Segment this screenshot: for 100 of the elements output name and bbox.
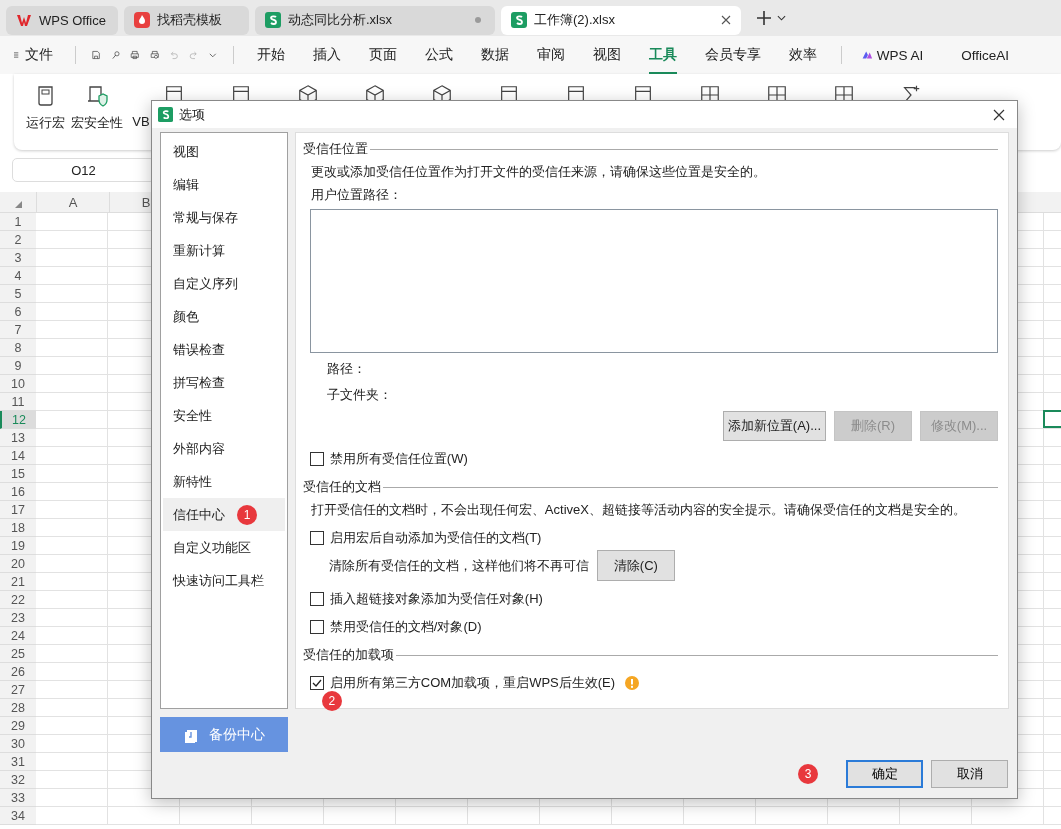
- row-header[interactable]: 24: [0, 627, 36, 645]
- row-header[interactable]: 16: [0, 483, 36, 501]
- category-item[interactable]: 快速访问工具栏: [163, 564, 285, 597]
- ai-menu[interactable]: WPS AI: [876, 47, 924, 63]
- row-header[interactable]: 20: [0, 555, 36, 573]
- ribbon-button[interactable]: VB: [129, 84, 153, 129]
- sheet-file-icon: [511, 12, 527, 28]
- row-header[interactable]: 2: [0, 231, 36, 249]
- menu-tab[interactable]: 会员专享: [705, 36, 762, 74]
- category-item[interactable]: 安全性: [163, 399, 285, 432]
- menu-tab[interactable]: 视图: [593, 36, 622, 74]
- checkbox-label[interactable]: 插入超链接对象添加为受信任对象(H): [329, 590, 543, 608]
- app-tab[interactable]: 工作簿(2).xlsx: [501, 5, 741, 35]
- chevron-down-icon[interactable]: [777, 15, 786, 21]
- row-header[interactable]: 19: [0, 537, 36, 555]
- cancel-button[interactable]: 取消: [931, 760, 1008, 788]
- new-tab-icon[interactable]: [757, 11, 771, 25]
- ribbon-button[interactable]: 运行宏: [26, 84, 65, 132]
- description-text: 用户位置路径：: [310, 186, 403, 204]
- description-text: 更改或添加受信任位置作为打开文件的受信任来源，请确保这些位置是安全的。: [310, 163, 767, 181]
- wps-logo-icon: [16, 12, 32, 28]
- row-header[interactable]: 6: [0, 303, 36, 321]
- detail-label: 子文件夹：: [326, 386, 393, 404]
- row-header[interactable]: 7: [0, 321, 36, 339]
- checkbox[interactable]: [309, 452, 324, 466]
- app-tab[interactable]: WPS Office: [6, 5, 118, 35]
- category-item[interactable]: 重新计算: [163, 234, 285, 267]
- row-header[interactable]: 23: [0, 609, 36, 627]
- checkbox-label[interactable]: 启用所有第三方COM加载项，重启WPS后生效(E): [329, 674, 616, 692]
- row-header[interactable]: 27: [0, 681, 36, 699]
- row-header[interactable]: 34: [0, 807, 36, 825]
- category-item[interactable]: 拼写检查: [163, 366, 285, 399]
- category-item[interactable]: 信任中心 1: [163, 498, 285, 531]
- menu-tab[interactable]: 审阅: [537, 36, 566, 74]
- description-text: 清除所有受信任的文档，这样他们将不再可信: [328, 556, 589, 575]
- dot-icon: [475, 17, 481, 23]
- menu-tab[interactable]: 插入: [313, 36, 342, 74]
- ribbon-button[interactable]: 宏安全性: [71, 84, 123, 132]
- category-item[interactable]: 视图: [163, 135, 285, 168]
- row-header[interactable]: 25: [0, 645, 36, 663]
- row-header[interactable]: 9: [0, 357, 36, 375]
- row-header[interactable]: 11: [0, 393, 36, 411]
- column-header[interactable]: A: [36, 192, 109, 212]
- menu-tab[interactable]: 数据: [481, 36, 510, 74]
- menu-tab[interactable]: 开始: [257, 36, 286, 74]
- ok-button[interactable]: 确定: [846, 760, 923, 788]
- dialog-title: 选项: [179, 105, 206, 124]
- menu-tab[interactable]: 效率: [789, 36, 818, 74]
- row-header[interactable]: 29: [0, 717, 36, 735]
- menu-tab[interactable]: 页面: [369, 36, 398, 74]
- row-header[interactable]: 18: [0, 519, 36, 537]
- checkbox[interactable]: [309, 592, 324, 606]
- detail-label: 路径：: [326, 360, 367, 378]
- shield-scroll-icon: [85, 84, 109, 108]
- category-item[interactable]: 自定义功能区: [163, 531, 285, 564]
- close-icon[interactable]: [993, 108, 1005, 121]
- row-header[interactable]: 30: [0, 735, 36, 753]
- checkbox-label[interactable]: 禁用受信任的文档/对象(D): [329, 618, 482, 636]
- row-header[interactable]: 32: [0, 771, 36, 789]
- ai-menu[interactable]: OfficeAI: [961, 47, 1009, 63]
- row-header[interactable]: 14: [0, 447, 36, 465]
- category-item[interactable]: 外部内容: [163, 432, 285, 465]
- checkbox[interactable]: [309, 531, 324, 545]
- row-header[interactable]: 4: [0, 267, 36, 285]
- app-tab[interactable]: 找稻壳模板: [124, 5, 249, 35]
- row-header[interactable]: 3: [0, 249, 36, 267]
- sheet-file-icon: [265, 12, 281, 28]
- select-all-icon[interactable]: [14, 201, 22, 208]
- category-item[interactable]: 新特性: [163, 465, 285, 498]
- file-menu[interactable]: 文件: [25, 46, 54, 64]
- row-header[interactable]: 5: [0, 285, 36, 303]
- row-header[interactable]: 22: [0, 591, 36, 609]
- row-header[interactable]: 1: [0, 213, 36, 231]
- row-header[interactable]: 28: [0, 699, 36, 717]
- flame-icon: [134, 12, 150, 28]
- row-header[interactable]: 17: [0, 501, 36, 519]
- menu-tab[interactable]: 公式: [425, 36, 454, 74]
- row-header[interactable]: 33: [0, 789, 36, 807]
- category-item[interactable]: 自定义序列: [163, 267, 285, 300]
- row-header[interactable]: 10: [0, 375, 36, 393]
- app-tab[interactable]: 动态同比分析.xlsx: [255, 5, 495, 35]
- close-icon[interactable]: [721, 15, 731, 25]
- location-button[interactable]: 添加新位置(A)...: [722, 411, 826, 441]
- description-text: 打开受信任的文档时，不会出现任何宏、ActiveX、超链接等活动内容的安全提示。请确保受信任的文档是安全的。: [310, 501, 967, 519]
- category-item[interactable]: 错误检查: [163, 333, 285, 366]
- row-header[interactable]: 31: [0, 753, 36, 771]
- row-header[interactable]: 26: [0, 663, 36, 681]
- row-header[interactable]: 15: [0, 465, 36, 483]
- row-header[interactable]: 21: [0, 573, 36, 591]
- checkbox-label[interactable]: 启用宏后自动添加为受信任的文档(T): [329, 529, 542, 547]
- checkbox[interactable]: [309, 620, 324, 634]
- clear-button[interactable]: 清除(C): [596, 550, 675, 581]
- section-title: 受信任的加载项: [302, 646, 394, 664]
- row-header[interactable]: 8: [0, 339, 36, 357]
- sheet-app-icon: [158, 107, 173, 122]
- row-header[interactable]: 13: [0, 429, 36, 447]
- checkbox[interactable]: [309, 676, 324, 690]
- category-item[interactable]: 颜色: [163, 300, 285, 333]
- step-badge: 2: [321, 691, 342, 711]
- checkbox-label[interactable]: 禁用所有受信任位置(W): [329, 450, 468, 468]
